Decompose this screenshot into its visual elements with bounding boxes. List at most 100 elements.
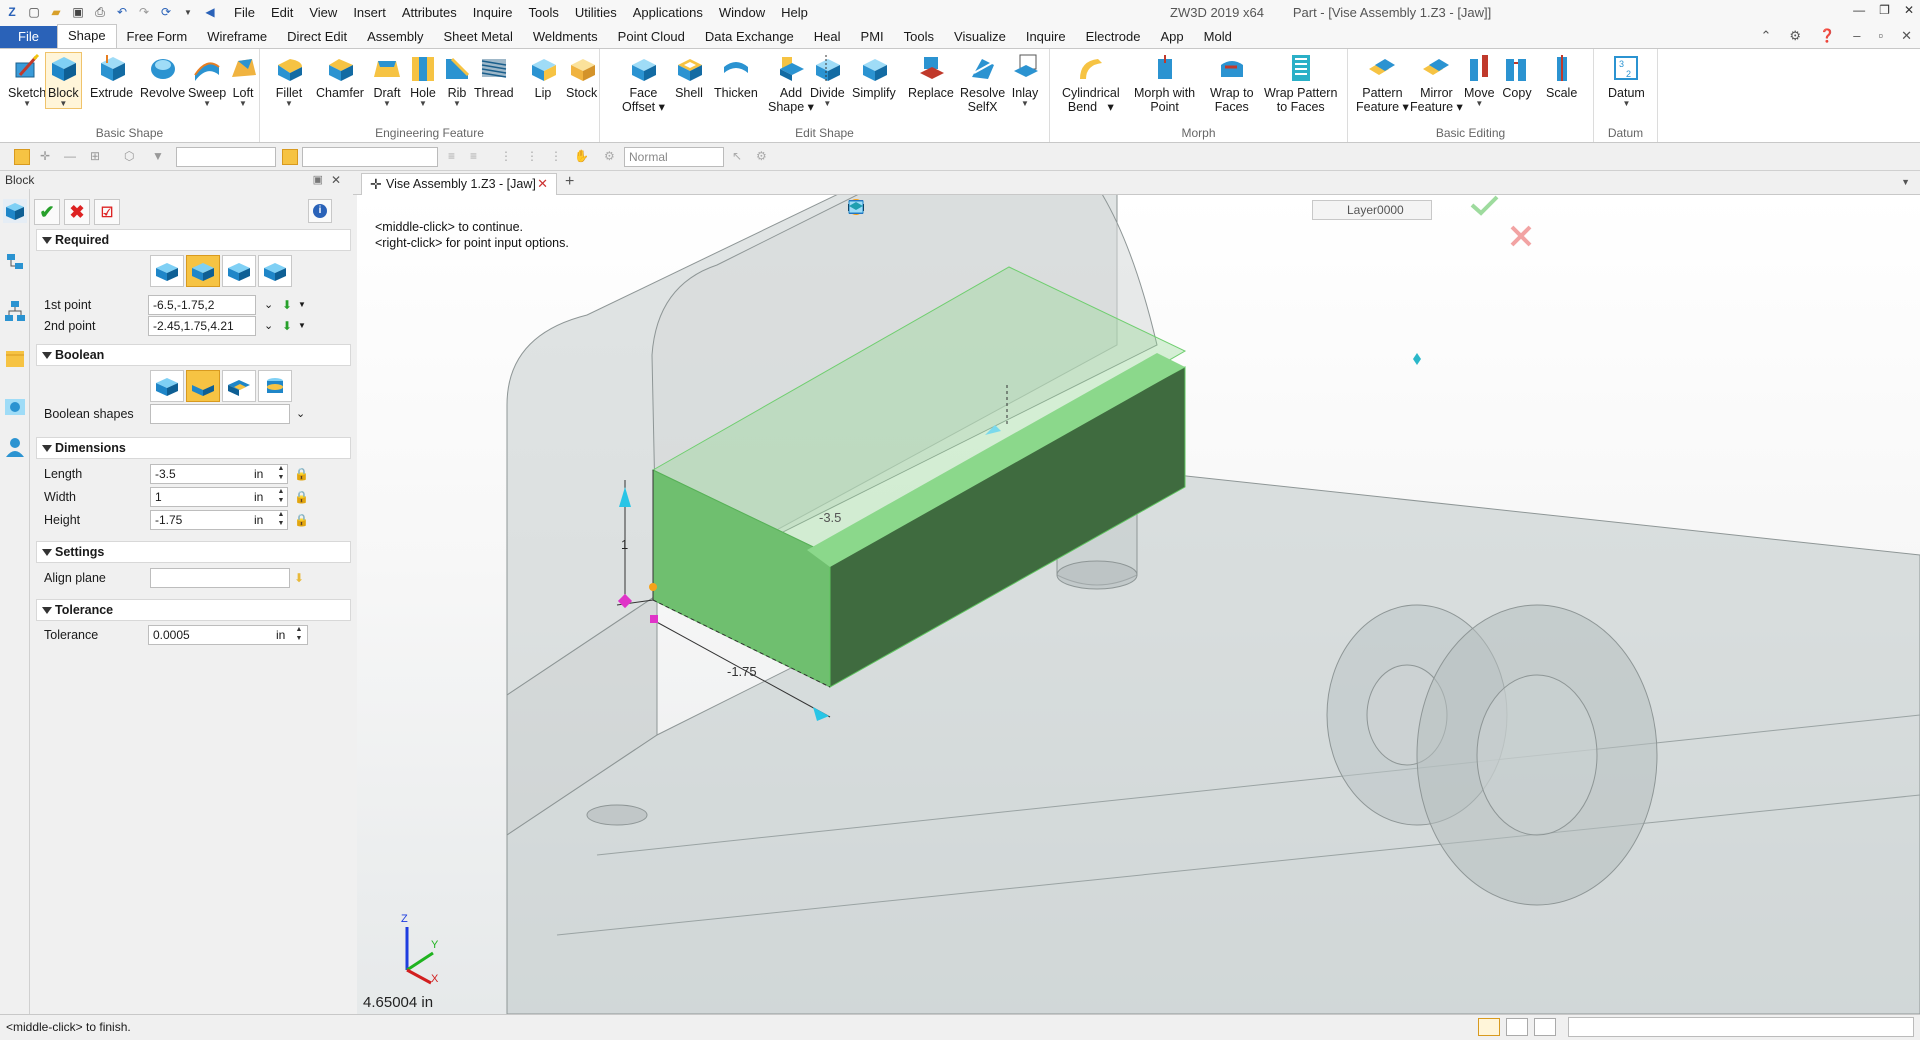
mdi-minimize-icon[interactable]: –	[1853, 28, 1860, 44]
tab-point-cloud[interactable]: Point Cloud	[608, 26, 695, 48]
menu-item[interactable]: Insert	[345, 5, 394, 20]
thread-button[interactable]: Thread	[474, 53, 514, 100]
boolean-base-option[interactable]	[150, 370, 184, 402]
collapse-ribbon-icon[interactable]: ⌃	[1761, 28, 1772, 44]
pattern-feature-button[interactable]: Pattern Feature ▾	[1356, 53, 1409, 114]
pick-arrow-icon[interactable]	[14, 149, 30, 165]
inlay-button[interactable]: Inlay ▼	[1010, 53, 1040, 108]
status-grid-icon[interactable]	[1478, 1018, 1500, 1036]
menu-item[interactable]: Help	[773, 5, 816, 20]
pick-point-icon[interactable]: ✛	[40, 149, 56, 165]
height-lock-icon[interactable]: 🔒	[294, 510, 309, 530]
close-tab-icon[interactable]: ✕	[537, 174, 548, 194]
width-field[interactable]: 1	[150, 487, 288, 507]
graphics-viewport[interactable]: -3.5 1 -1.75 Layer0000 <middle-click> to…	[357, 195, 1920, 1014]
dim-length-label[interactable]: -3.5	[819, 510, 841, 525]
settings-small-icon[interactable]: ⚙	[756, 149, 772, 165]
command-input-field[interactable]	[1568, 1017, 1914, 1037]
morph-with-point-button[interactable]: Morph with Point	[1134, 53, 1195, 114]
dim-height-label[interactable]: -1.75	[727, 664, 757, 679]
tab-list-dropdown-icon[interactable]: ▼	[1901, 177, 1910, 187]
section-tolerance[interactable]: Tolerance	[36, 599, 351, 621]
menu-item[interactable]: Inquire	[465, 5, 521, 20]
pick-region-icon[interactable]: ⊞	[90, 149, 106, 165]
settings-gear-icon[interactable]: ⚙	[1789, 28, 1801, 44]
fillet-button[interactable]: Fillet ▼	[274, 53, 304, 108]
distribute-icon[interactable]: ≡	[470, 149, 486, 165]
length-field[interactable]: -3.5	[150, 464, 288, 484]
lip-button[interactable]: Lip	[528, 53, 558, 100]
open-folder-icon[interactable]: ▰	[48, 4, 64, 20]
section-settings[interactable]: Settings	[36, 541, 351, 563]
length-lock-icon[interactable]: 🔒	[294, 464, 309, 484]
align-plane-pick-icon[interactable]: ⬇	[294, 568, 304, 588]
back-arrow-icon[interactable]: ◀	[202, 4, 218, 20]
first-point-field[interactable]: -6.5,-1.75,2	[148, 295, 256, 315]
copy-button[interactable]: Copy	[1502, 53, 1532, 100]
part-library-icon[interactable]	[3, 347, 27, 371]
block-type-two-points-option[interactable]	[150, 255, 184, 287]
print-icon[interactable]: ⎙	[92, 4, 108, 20]
app-logo-icon[interactable]: Z	[4, 4, 20, 20]
tab-heal[interactable]: Heal	[804, 26, 851, 48]
pick-filter-combo[interactable]	[302, 147, 438, 167]
divide-button[interactable]: Divide ▼	[810, 53, 845, 108]
tab-mold[interactable]: Mold	[1194, 26, 1242, 48]
tab-sheet-metal[interactable]: Sheet Metal	[434, 26, 523, 48]
simplify-button[interactable]: Simplify	[852, 53, 896, 100]
sketch-button[interactable]: Sketch ▼	[8, 53, 46, 108]
draft-button[interactable]: Draft ▼	[372, 53, 402, 108]
feature-panel-icon[interactable]	[3, 199, 27, 223]
section-required[interactable]: Required	[36, 229, 351, 251]
cursor-icon[interactable]: ↖	[732, 149, 748, 165]
chamfer-button[interactable]: Chamfer	[316, 53, 364, 100]
hand-icon[interactable]: ✋	[574, 149, 590, 165]
menu-item[interactable]: Attributes	[394, 5, 465, 20]
face-offset-button[interactable]: Face Offset ▾	[622, 53, 665, 114]
boolean-intersect-option[interactable]	[258, 370, 292, 402]
wrap-to-faces-button[interactable]: Wrap to Faces	[1210, 53, 1254, 114]
undo-icon[interactable]: ↶	[114, 4, 130, 20]
add-shape-button[interactable]: Add Shape ▾	[768, 53, 814, 114]
snap-icon[interactable]: ⋮	[500, 149, 516, 165]
stock-button[interactable]: Stock	[566, 53, 597, 100]
tab-inquire[interactable]: Inquire	[1016, 26, 1076, 48]
cylindrical-bend-button[interactable]: Cylindrical Bend ▾	[1062, 53, 1120, 114]
align-icon[interactable]: ≡	[448, 149, 464, 165]
assembly-tree-icon[interactable]	[3, 299, 27, 323]
resolve-selfx-button[interactable]: Resolve SelfX	[960, 53, 1005, 114]
panel-close-icon[interactable]: ✕	[331, 171, 341, 189]
filter-combo[interactable]	[176, 147, 276, 167]
tolerance-spinner[interactable]: ▲ ▼	[294, 625, 304, 645]
tab-shape[interactable]: Shape	[56, 24, 117, 48]
menu-item[interactable]: Applications	[625, 5, 711, 20]
tab-free-form[interactable]: Free Form	[117, 26, 198, 48]
height-field[interactable]: -1.75	[150, 510, 288, 530]
extrude-button[interactable]: Extrude	[90, 53, 133, 100]
apply-icon[interactable]: ☑	[94, 199, 120, 225]
status-monitor-icon[interactable]	[1506, 1018, 1528, 1036]
tab-tools[interactable]: Tools	[894, 26, 944, 48]
tab-weldments[interactable]: Weldments	[523, 26, 608, 48]
align-plane-field[interactable]	[150, 568, 290, 588]
visual-manager-icon[interactable]	[3, 395, 27, 419]
sweep-button[interactable]: Sweep ▼	[188, 53, 226, 108]
first-point-pick-icon[interactable]: ⬇	[282, 295, 292, 315]
pick-line-icon[interactable]: —	[64, 149, 80, 165]
layer-manager-icon[interactable]	[847, 198, 865, 216]
height-spinner[interactable]: ▲ ▼	[276, 510, 286, 530]
render-mode-combo[interactable]: Normal	[624, 147, 724, 167]
cancel-x-icon[interactable]: ✖	[64, 199, 90, 225]
history-tree-icon[interactable]	[3, 251, 27, 275]
boolean-add-option[interactable]	[186, 370, 220, 402]
move-button[interactable]: Move ▼	[1464, 53, 1495, 108]
tab-direct-edit[interactable]: Direct Edit	[277, 26, 357, 48]
length-spinner[interactable]: ▲ ▼	[276, 464, 286, 484]
new-tab-icon[interactable]: +	[565, 173, 574, 191]
tab-assembly[interactable]: Assembly	[357, 26, 433, 48]
rib-button[interactable]: Rib ▼	[442, 53, 472, 108]
dim-width-label[interactable]: 1	[621, 537, 628, 552]
restore-icon[interactable]: ❐	[1879, 3, 1890, 17]
user-profile-icon[interactable]	[3, 435, 27, 459]
menu-item[interactable]: Edit	[263, 5, 301, 20]
